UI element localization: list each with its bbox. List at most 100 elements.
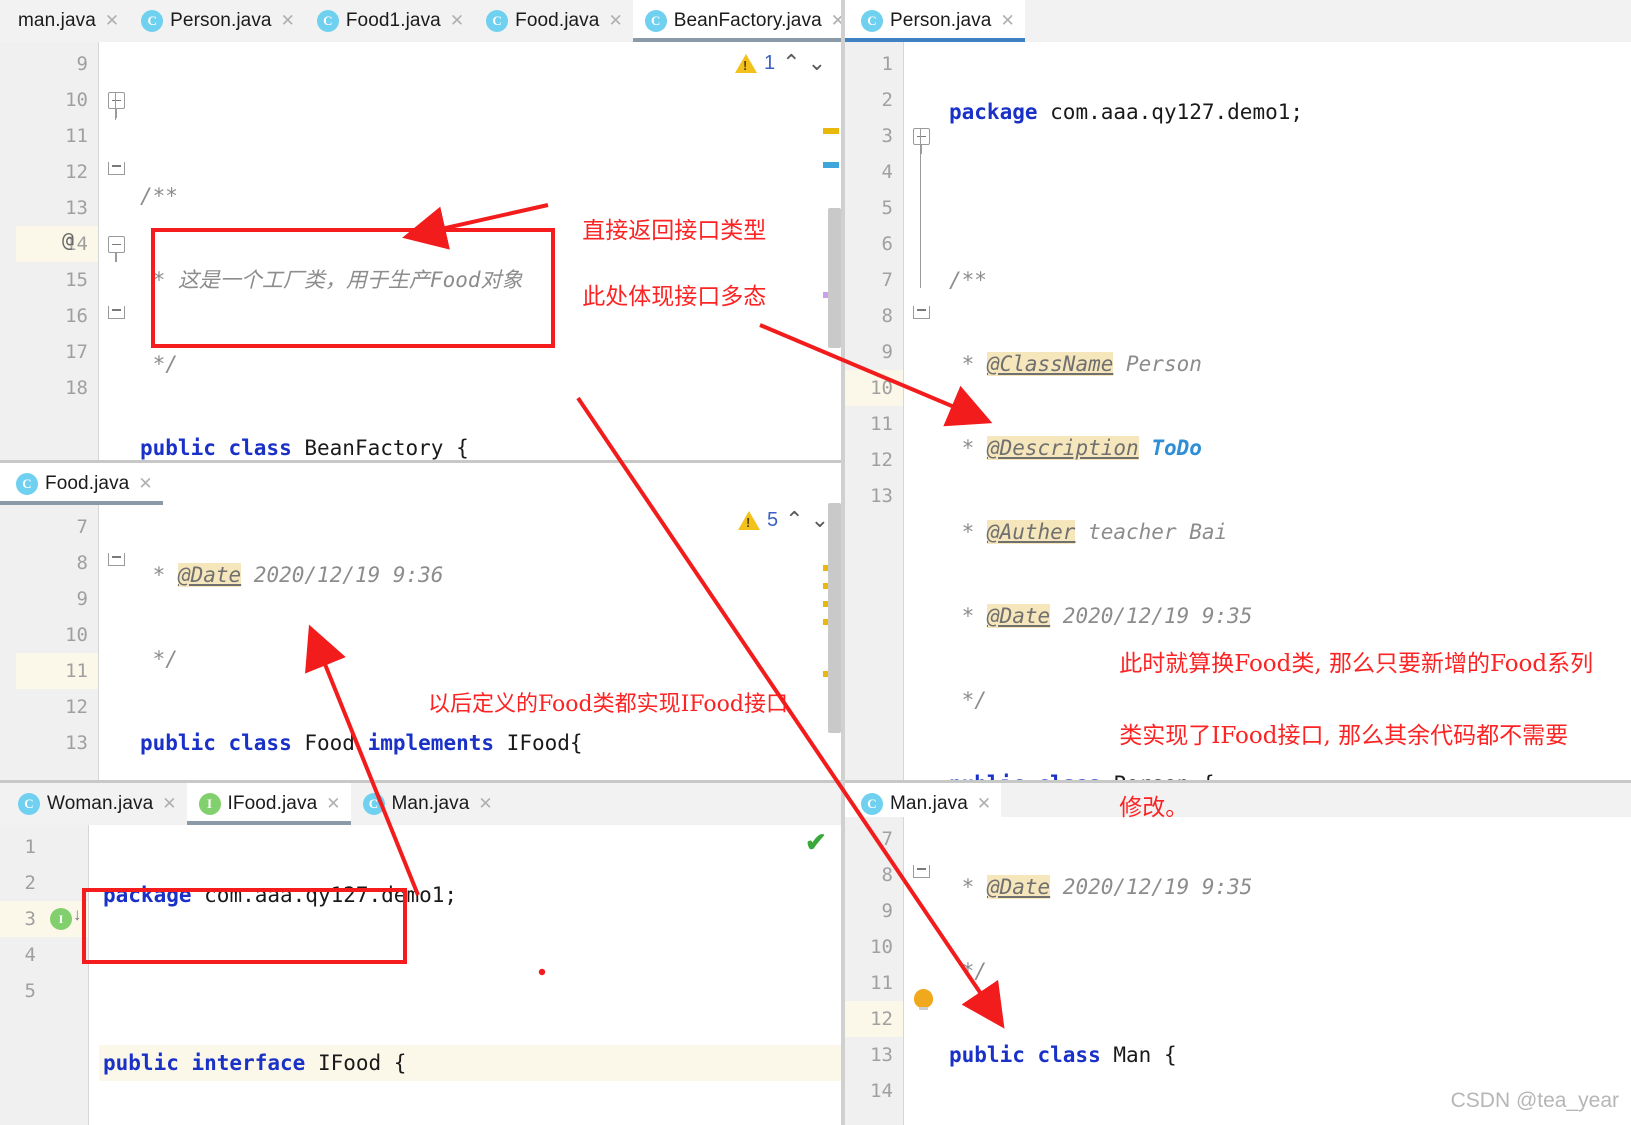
code-line: public interface IFood { bbox=[99, 1045, 845, 1081]
marker-info[interactable] bbox=[823, 162, 839, 168]
fold-end-icon[interactable] bbox=[108, 306, 125, 319]
ok-check-icon: ✔ bbox=[805, 827, 827, 857]
editor-scrollbar-thumb[interactable] bbox=[828, 208, 841, 348]
tab-label: Person.java bbox=[890, 10, 992, 31]
editor-scrollbar-thumb[interactable] bbox=[828, 503, 841, 733]
class-icon: C bbox=[486, 10, 509, 32]
tab-food-java-active[interactable]: C Food.java ✕ bbox=[0, 463, 163, 505]
fold-end-icon[interactable] bbox=[913, 306, 930, 319]
tab-food1-java[interactable]: C Food1.java ✕ bbox=[304, 0, 475, 42]
fold-row bbox=[904, 893, 945, 929]
fold-row[interactable] bbox=[904, 118, 945, 288]
tab-label: Man.java bbox=[391, 793, 470, 814]
code-line: package com.aaa.qy127.demo1; bbox=[949, 100, 1304, 124]
tab-person-java[interactable]: C Person.java ✕ bbox=[129, 0, 305, 42]
chevron-up-icon[interactable]: ⌃ bbox=[782, 50, 800, 76]
line-number: 11 bbox=[16, 653, 98, 689]
line-number: 4 bbox=[24, 944, 36, 966]
tab-label: Food.java bbox=[515, 10, 600, 31]
inspection-widget-food[interactable]: 5 ⌃ ⌄ bbox=[738, 507, 829, 533]
fold-end-icon[interactable] bbox=[108, 553, 125, 566]
close-icon[interactable]: ✕ bbox=[608, 11, 622, 31]
close-icon[interactable]: ✕ bbox=[138, 474, 152, 494]
fold-row[interactable]: I ↓ bbox=[46, 901, 88, 937]
close-icon[interactable]: ✕ bbox=[162, 794, 176, 814]
editor-ifood[interactable]: 1 2 3 4 5 I ↓ package com.aaa.qy127.demo… bbox=[0, 825, 845, 1125]
close-icon[interactable]: ✕ bbox=[450, 11, 464, 31]
code-line: */ bbox=[140, 352, 178, 376]
fold-end-icon[interactable] bbox=[108, 162, 125, 175]
tab-food-java[interactable]: C Food.java ✕ bbox=[474, 0, 633, 42]
close-icon[interactable]: ✕ bbox=[977, 794, 991, 814]
fold-collapse-icon[interactable] bbox=[108, 236, 125, 262]
class-icon: C bbox=[861, 10, 883, 32]
fold-column[interactable] bbox=[98, 505, 136, 780]
fold-row[interactable] bbox=[904, 298, 945, 334]
fold-row[interactable] bbox=[904, 989, 945, 1037]
line-number: 10 bbox=[65, 624, 88, 646]
tab-woman-java[interactable]: C Woman.java ✕ bbox=[0, 783, 187, 825]
tabbar-ifood[interactable]: C Woman.java ✕ I IFood.java ✕ C Man.java… bbox=[0, 783, 845, 825]
line-number: 5 bbox=[881, 197, 893, 219]
chevron-down-icon[interactable]: ⌄ bbox=[811, 507, 829, 533]
class-icon: C bbox=[18, 793, 40, 815]
line-number: 2 bbox=[881, 89, 893, 111]
code-area[interactable]: * @Date 2020/12/19 9:35 */ public class … bbox=[945, 817, 1631, 1125]
marker-warning[interactable] bbox=[823, 128, 839, 134]
code-line: * @Date 2020/12/19 9:36 bbox=[140, 563, 444, 587]
fold-row[interactable] bbox=[99, 82, 136, 120]
interface-implemented-icon[interactable]: I bbox=[50, 908, 72, 930]
fold-row[interactable] bbox=[99, 154, 136, 190]
fold-row bbox=[904, 190, 945, 226]
fold-row[interactable] bbox=[99, 545, 136, 581]
class-icon: C bbox=[861, 793, 883, 815]
warning-count: 5 bbox=[767, 508, 779, 531]
line-number: 2 bbox=[24, 872, 36, 894]
inspection-widget-beanfactory[interactable]: 1 ⌃ ⌄ bbox=[735, 50, 826, 76]
fold-row bbox=[904, 226, 945, 262]
chevron-down-icon[interactable]: ⌄ bbox=[808, 50, 826, 76]
tabbar-food[interactable]: C Food.java ✕ bbox=[0, 463, 845, 505]
tab-man-java[interactable]: man.java ✕ bbox=[0, 0, 130, 42]
class-icon: C bbox=[316, 10, 339, 32]
tab-man-java-left[interactable]: C Man.java ✕ bbox=[350, 783, 503, 825]
tabbar-beanfactory[interactable]: man.java ✕ C Person.java ✕ C Food1.java … bbox=[0, 0, 845, 42]
code-line: /** bbox=[949, 268, 987, 292]
close-icon[interactable]: ✕ bbox=[1000, 11, 1014, 31]
fold-column[interactable] bbox=[903, 817, 945, 1125]
close-icon[interactable]: ✕ bbox=[105, 11, 119, 31]
fold-column[interactable] bbox=[98, 42, 136, 462]
tab-beanfactory-java[interactable]: C BeanFactory.java ✕ bbox=[632, 0, 845, 42]
chevron-up-icon[interactable]: ⌃ bbox=[785, 507, 803, 533]
fold-end-icon[interactable] bbox=[913, 865, 930, 878]
close-icon[interactable]: ✕ bbox=[326, 794, 340, 814]
close-icon[interactable]: ✕ bbox=[478, 794, 492, 814]
tab-label: IFood.java bbox=[227, 793, 318, 814]
tab-ifood-java[interactable]: I IFood.java ✕ bbox=[186, 783, 351, 825]
fold-row[interactable] bbox=[99, 298, 136, 334]
fold-row bbox=[99, 118, 136, 154]
line-number: 5 bbox=[24, 980, 36, 1002]
close-icon[interactable]: ✕ bbox=[281, 11, 295, 31]
fold-row bbox=[99, 190, 136, 226]
fold-column[interactable] bbox=[903, 42, 945, 780]
fold-collapse-icon[interactable] bbox=[108, 92, 125, 118]
editor-man[interactable]: 7 8 9 10 11 12 13 14 * @Date 2020/12/19 … bbox=[845, 817, 1631, 1125]
class-icon: C bbox=[644, 10, 667, 32]
fold-column[interactable]: I ↓ bbox=[46, 825, 88, 1125]
tab-label: man.java bbox=[18, 10, 96, 31]
inspection-widget-ifood[interactable]: ✔ bbox=[805, 827, 827, 858]
class-icon: C bbox=[16, 473, 38, 495]
line-number: 12 bbox=[65, 696, 88, 718]
fold-row[interactable] bbox=[99, 226, 136, 262]
fold-collapse-icon[interactable] bbox=[913, 128, 930, 154]
code-area[interactable]: package com.aaa.qy127.demo1; public inte… bbox=[88, 825, 845, 1125]
fold-row[interactable] bbox=[904, 857, 945, 893]
panel-ifood: C Woman.java ✕ I IFood.java ✕ C Man.java… bbox=[0, 783, 845, 1125]
tabbar-person[interactable]: C Person.java ✕ bbox=[845, 0, 1631, 42]
lightbulb-icon[interactable] bbox=[914, 989, 933, 1010]
tab-person-java-active[interactable]: C Person.java ✕ bbox=[845, 0, 1025, 42]
fold-row bbox=[904, 262, 945, 298]
